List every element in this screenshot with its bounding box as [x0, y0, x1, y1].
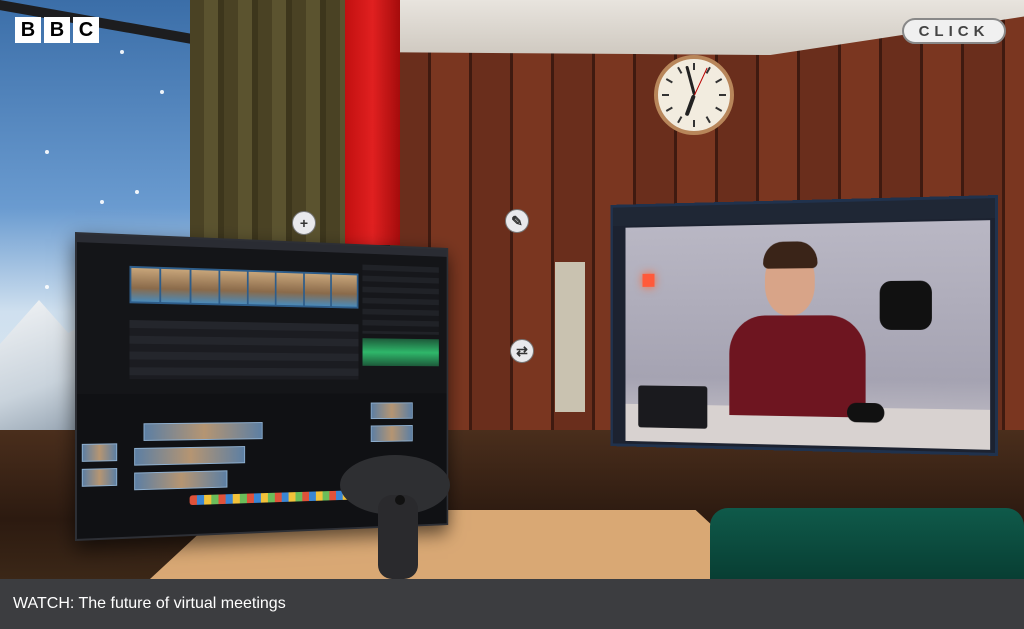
swap-icon[interactable]: ⇄ — [510, 339, 534, 363]
video-call-screen[interactable] — [610, 195, 998, 456]
vr-hand-controller — [340, 455, 450, 579]
bbc-letter: C — [73, 17, 99, 43]
timeline-clip[interactable] — [82, 468, 117, 487]
shelf — [555, 262, 585, 412]
snowflake — [45, 285, 49, 289]
click-logo: CLICK — [902, 18, 1006, 44]
editor-audio-meter — [363, 338, 439, 366]
presenter-body — [729, 315, 865, 417]
timeline-clip[interactable] — [144, 422, 263, 441]
vr-headset — [880, 281, 932, 330]
wall-clock — [654, 55, 734, 135]
vr-scene: + ✎ ⇄ B B C CLICK — [0, 0, 1024, 579]
pencil-icon[interactable]: ✎ — [505, 209, 529, 233]
editor-filmstrip[interactable] — [129, 266, 358, 309]
minute-hand — [685, 66, 696, 96]
editor-inspector[interactable] — [363, 265, 439, 335]
snowflake — [135, 190, 139, 194]
bbc-letter: B — [44, 17, 70, 43]
timeline-clip[interactable] — [82, 443, 117, 462]
presenter-hair — [763, 241, 817, 269]
bbc-logo: B B C — [15, 17, 99, 43]
timeline-clip[interactable] — [371, 402, 413, 419]
snowflake — [160, 90, 164, 94]
hour-hand — [685, 94, 696, 116]
laptop — [638, 385, 707, 428]
bbc-letter: B — [15, 17, 41, 43]
editor-media-list[interactable] — [129, 320, 358, 380]
studio-lamp — [643, 274, 655, 287]
snowflake — [120, 50, 124, 54]
second-hand — [694, 68, 708, 96]
timeline-clip[interactable] — [371, 425, 413, 442]
snowflake — [45, 150, 49, 154]
webcam-feed — [626, 220, 991, 450]
snowflake — [100, 200, 104, 204]
timeline-clip[interactable] — [134, 470, 227, 490]
curtain — [190, 0, 350, 245]
timeline-clip[interactable] — [134, 446, 245, 466]
vr-controller-on-desk — [847, 403, 884, 423]
green-chair — [710, 508, 1024, 579]
caption-bar[interactable]: WATCH: The future of virtual meetings — [0, 579, 1024, 629]
plus-icon[interactable]: + — [292, 211, 316, 235]
caption-text[interactable]: WATCH: The future of virtual meetings — [13, 595, 286, 613]
red-curtain — [345, 0, 400, 245]
